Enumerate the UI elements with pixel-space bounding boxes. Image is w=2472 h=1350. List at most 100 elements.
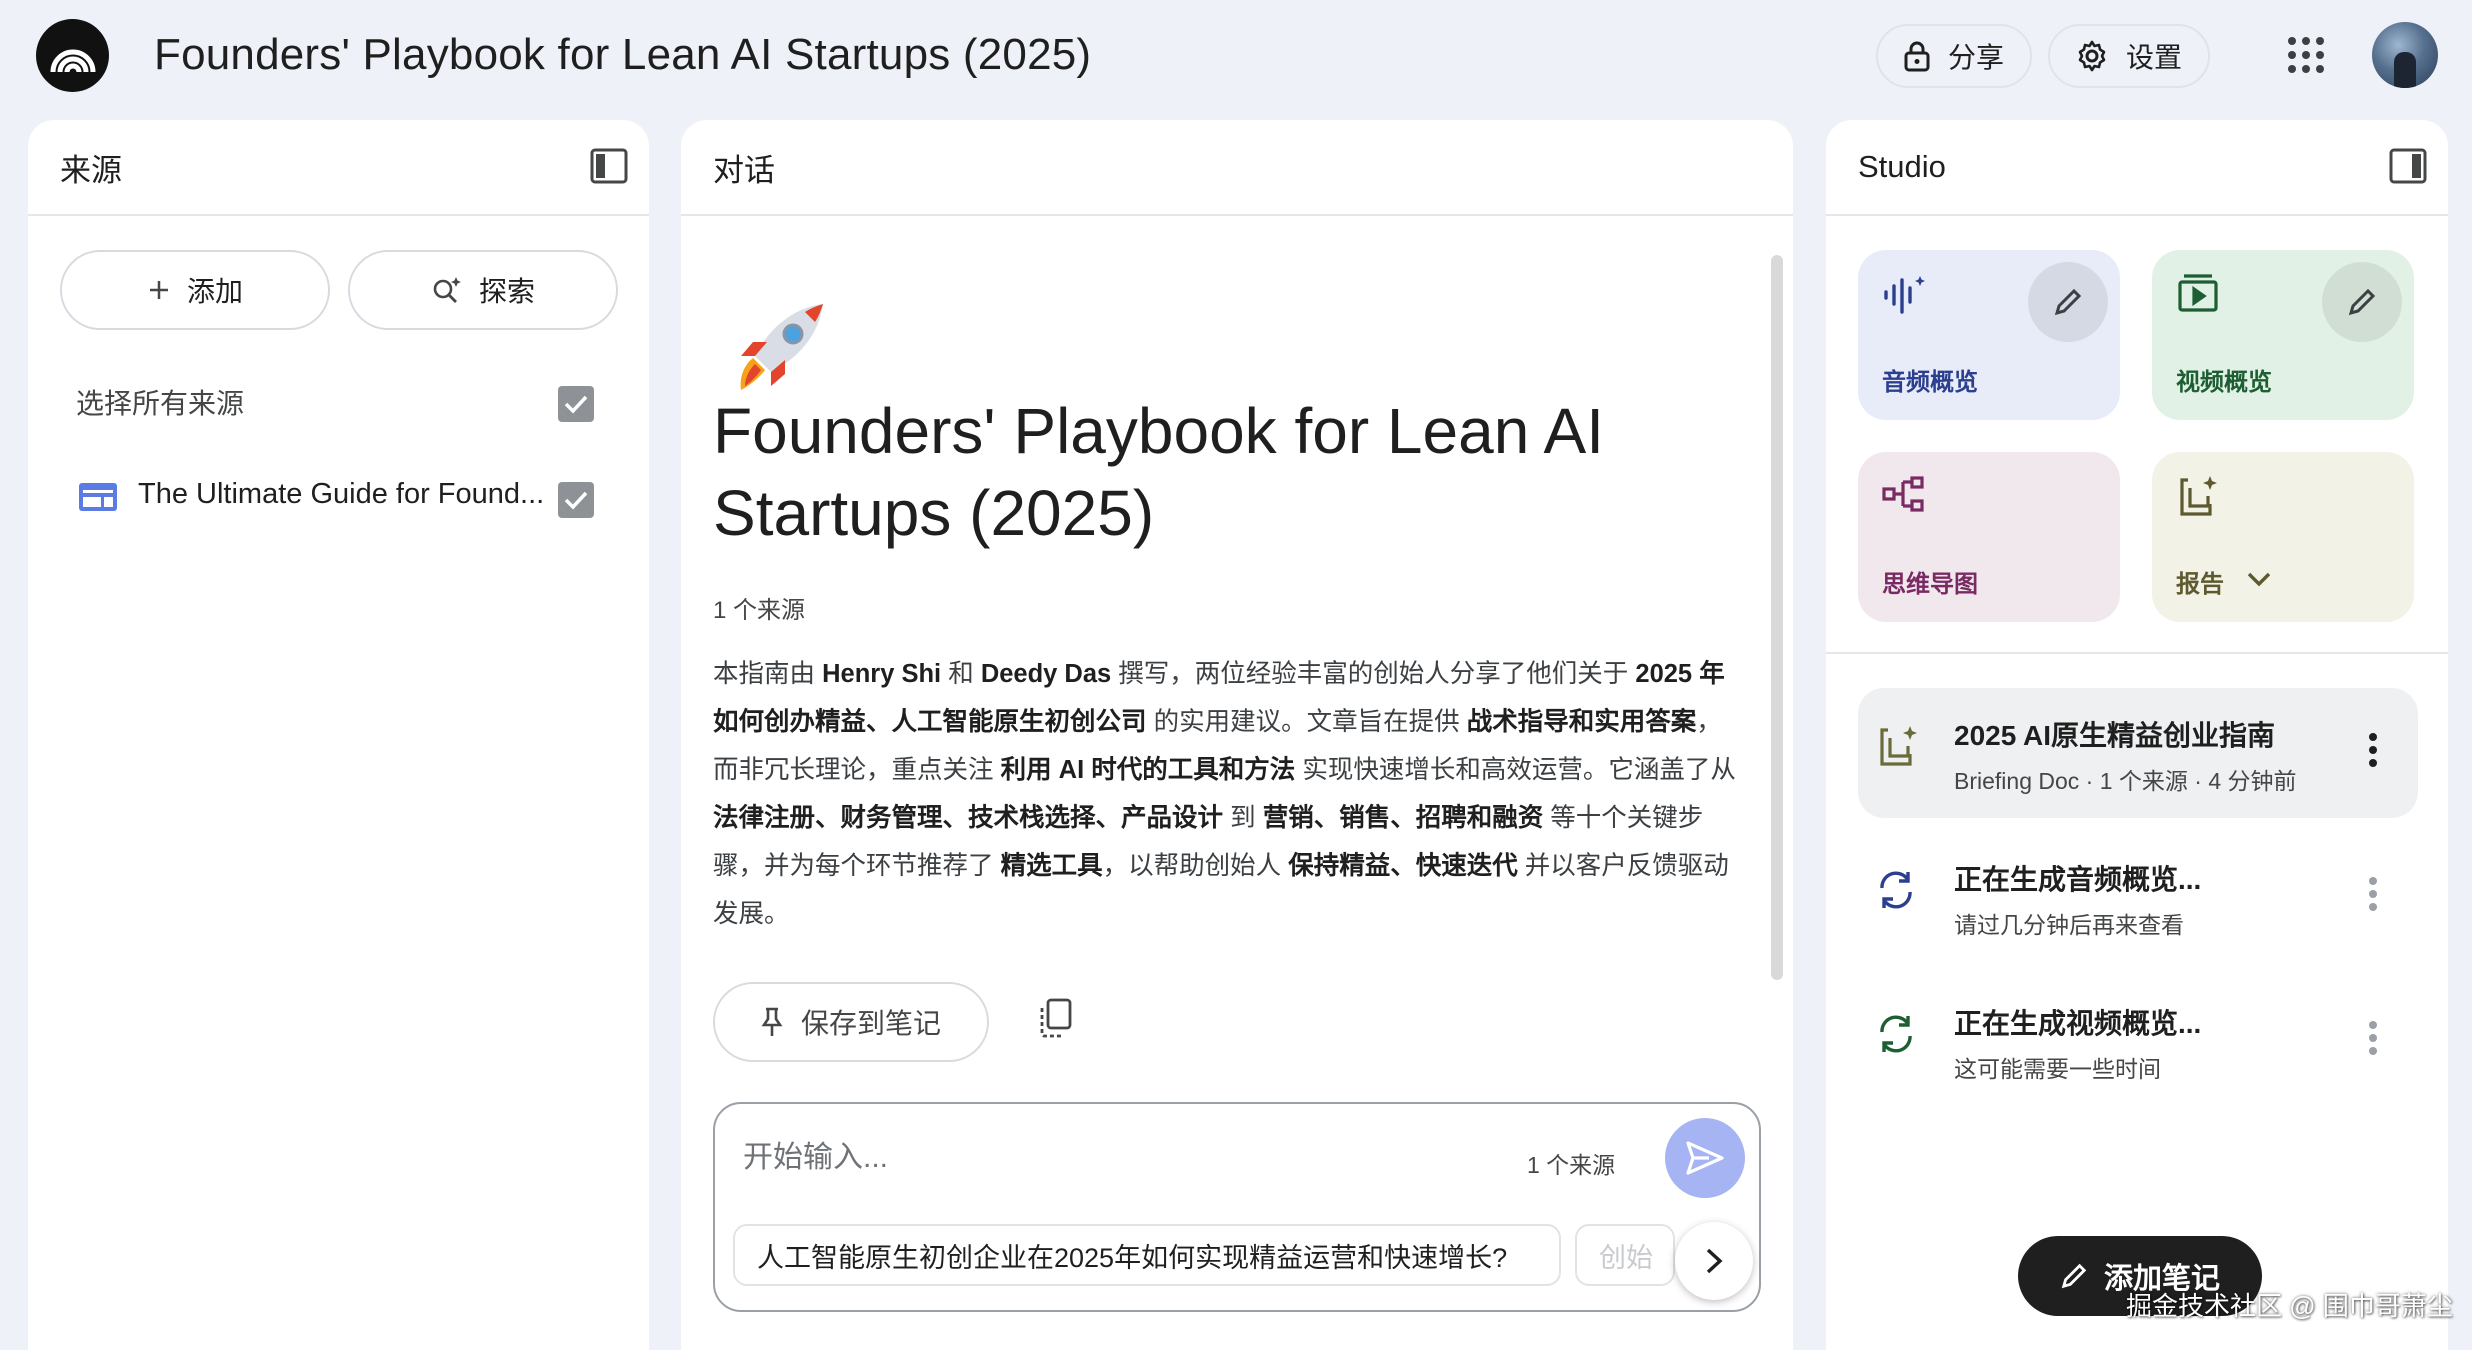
add-source-label: 添加 xyxy=(186,276,243,307)
video-icon xyxy=(2176,272,2220,314)
sync-icon xyxy=(1876,868,1916,912)
mind-map-label: 思维导图 xyxy=(1882,571,1978,598)
web-source-icon xyxy=(78,482,118,512)
pencil-icon xyxy=(2060,1262,2088,1290)
explore-sources-label: 探索 xyxy=(478,276,535,307)
source-item-checkbox[interactable] xyxy=(558,482,594,518)
video-overview-label: 视频概览 xyxy=(2176,369,2272,396)
settings-label: 设置 xyxy=(2126,42,2183,73)
summary-segment: 到 xyxy=(1223,804,1263,832)
edit-audio-overview-button[interactable] xyxy=(2028,262,2108,342)
document-summary: 本指南由 Henry Shi 和 Deedy Das 撰写，两位经验丰富的创始人… xyxy=(713,650,1743,938)
pencil-icon xyxy=(2347,287,2377,317)
chat-input[interactable] xyxy=(743,1128,1443,1188)
studio-title: Studio xyxy=(1858,149,1946,184)
report-sparkle-icon xyxy=(1876,724,1922,768)
video-overview-tile[interactable]: 视频概览 xyxy=(2152,250,2414,420)
save-to-note-label: 保存到笔记 xyxy=(800,1008,941,1039)
collapse-panel-icon[interactable] xyxy=(2388,146,2428,186)
summary-bold-segment: 精选工具 xyxy=(1000,852,1103,880)
pin-icon xyxy=(761,1006,783,1038)
report-sparkle-icon xyxy=(2176,474,2222,518)
summary-segment: 本指南由 xyxy=(713,660,823,688)
summary-bold-segment: Henry Shi xyxy=(822,660,942,688)
send-button[interactable] xyxy=(1665,1118,1745,1198)
summary-bold-segment: 营销、销售、招聘和融资 xyxy=(1262,804,1544,832)
share-button[interactable]: 分享 xyxy=(1876,24,2033,88)
summary-bold-segment: 战术指导和实用答案 xyxy=(1466,708,1697,736)
audio-wave-icon xyxy=(1882,272,1928,316)
chat-panel: 对话 Founders' Playbook for Lean AI Startu… xyxy=(681,120,1793,1350)
summary-segment: ，以帮助创始人 xyxy=(1102,852,1289,880)
more-vert-icon[interactable] xyxy=(2368,1020,2378,1056)
audio-overview-label: 音频概览 xyxy=(1882,369,1978,396)
summary-bold-segment: 利用 AI 时代的工具和方法 xyxy=(1000,756,1296,784)
source-item-title[interactable]: The Ultimate Guide for Found... xyxy=(138,478,544,511)
user-avatar[interactable] xyxy=(2372,22,2438,88)
chat-header: 对话 xyxy=(681,120,1793,216)
summary-bold-segment: 保持精益、快速迭代 xyxy=(1288,852,1518,880)
chat-composer: 1 个来源 人工智能原生初创企业在2025年如何实现精益运营和快速增长? 创始 xyxy=(713,1102,1761,1312)
add-source-button[interactable]: 添加 xyxy=(60,250,330,330)
summary-bold-segment: Deedy Das xyxy=(980,660,1112,688)
summary-segment: 和 xyxy=(941,660,981,688)
document-source-count: 1 个来源 xyxy=(713,597,806,624)
chevron-right-icon xyxy=(1705,1247,1723,1275)
more-vert-icon[interactable] xyxy=(2368,732,2378,768)
rocket-emoji-icon xyxy=(719,298,829,398)
next-suggestions-button[interactable] xyxy=(1675,1222,1753,1300)
note-item[interactable]: 2025 AI原生精益创业指南 Briefing Doc · 1 个来源 · 4… xyxy=(1858,688,2418,818)
summary-segment: 的实用建议。文章旨在提供 xyxy=(1146,708,1467,736)
notebook-logo-icon xyxy=(49,36,97,76)
save-to-note-button[interactable]: 保存到笔记 xyxy=(713,982,989,1062)
pencil-icon xyxy=(2053,287,2083,317)
summary-segment: 实现快速增长和高效运营。它涵盖了从 xyxy=(1295,756,1736,784)
audio-overview-tile[interactable]: 音频概览 xyxy=(1858,250,2120,420)
note-subtitle: Briefing Doc · 1 个来源 · 4 分钟前 xyxy=(1954,768,2297,794)
chat-scrollbar[interactable] xyxy=(1771,255,1783,980)
share-label: 分享 xyxy=(1948,42,2005,73)
lock-icon xyxy=(1904,40,1930,72)
sources-header: 来源 xyxy=(28,120,649,216)
note-item[interactable]: 正在生成视频概览... 这可能需要一些时间 xyxy=(1858,976,2418,1106)
settings-button[interactable]: 设置 xyxy=(2048,24,2211,88)
report-tile[interactable]: 报告 xyxy=(2152,452,2414,622)
note-title: 2025 AI原生精益创业指南 xyxy=(1954,720,2276,751)
plus-icon xyxy=(147,278,171,302)
copy-icon[interactable] xyxy=(1037,998,1073,1038)
select-all-label: 选择所有来源 xyxy=(76,388,245,419)
studio-divider xyxy=(1826,652,2448,654)
edit-video-overview-button[interactable] xyxy=(2322,262,2402,342)
note-subtitle: 这可能需要一些时间 xyxy=(1954,1056,2161,1082)
gear-icon xyxy=(2076,40,2108,72)
send-icon xyxy=(1685,1140,1725,1176)
suggestion-chip[interactable]: 人工智能原生初创企业在2025年如何实现精益运营和快速增长? xyxy=(733,1224,1561,1286)
note-item[interactable]: 正在生成音频概览... 请过几分钟后再来查看 xyxy=(1858,832,2418,962)
mind-map-tile[interactable]: 思维导图 xyxy=(1858,452,2120,622)
sync-icon xyxy=(1876,1012,1916,1056)
app-logo[interactable] xyxy=(36,19,109,92)
explore-sources-button[interactable]: 探索 xyxy=(348,250,618,330)
note-title: 正在生成视频概览... xyxy=(1954,1008,2202,1039)
summary-bold-segment: 法律注册、财务管理、技术栈选择、产品设计 xyxy=(713,804,1224,832)
summary-segment: 撰写，两位经验丰富的创始人分享了他们关于 xyxy=(1111,660,1636,688)
select-all-checkbox[interactable] xyxy=(558,386,594,422)
suggestion-chip[interactable]: 创始 xyxy=(1575,1224,1675,1286)
document-title: Founders' Playbook for Lean AI Startups … xyxy=(713,395,1604,549)
more-vert-icon[interactable] xyxy=(2368,876,2378,912)
note-title: 正在生成音频概览... xyxy=(1954,864,2202,895)
watermark-text: 掘金技术社区 @ 围巾哥萧尘 xyxy=(2126,1291,2453,1321)
mind-map-icon xyxy=(1882,474,1926,514)
notebook-title[interactable]: Founders' Playbook for Lean AI Startups … xyxy=(154,30,1091,80)
apps-grid-icon[interactable] xyxy=(2284,33,2328,82)
report-label: 报告 xyxy=(2176,571,2224,598)
search-sparkle-icon xyxy=(431,275,463,305)
composer-source-count: 1 个来源 xyxy=(1527,1152,1616,1178)
studio-header: Studio xyxy=(1826,120,2448,216)
chat-title: 对话 xyxy=(713,152,775,188)
collapse-panel-icon[interactable] xyxy=(589,146,629,186)
studio-panel: Studio 音频概览 视频概览 思维导图 报告 2025 AI原生精益创业指南… xyxy=(1826,120,2448,1350)
chevron-down-icon[interactable] xyxy=(2246,570,2272,588)
sources-title: 来源 xyxy=(60,152,122,188)
sources-panel: 来源 添加 探索 选择所有来源 The Ultimate Guide for F… xyxy=(28,120,649,1350)
